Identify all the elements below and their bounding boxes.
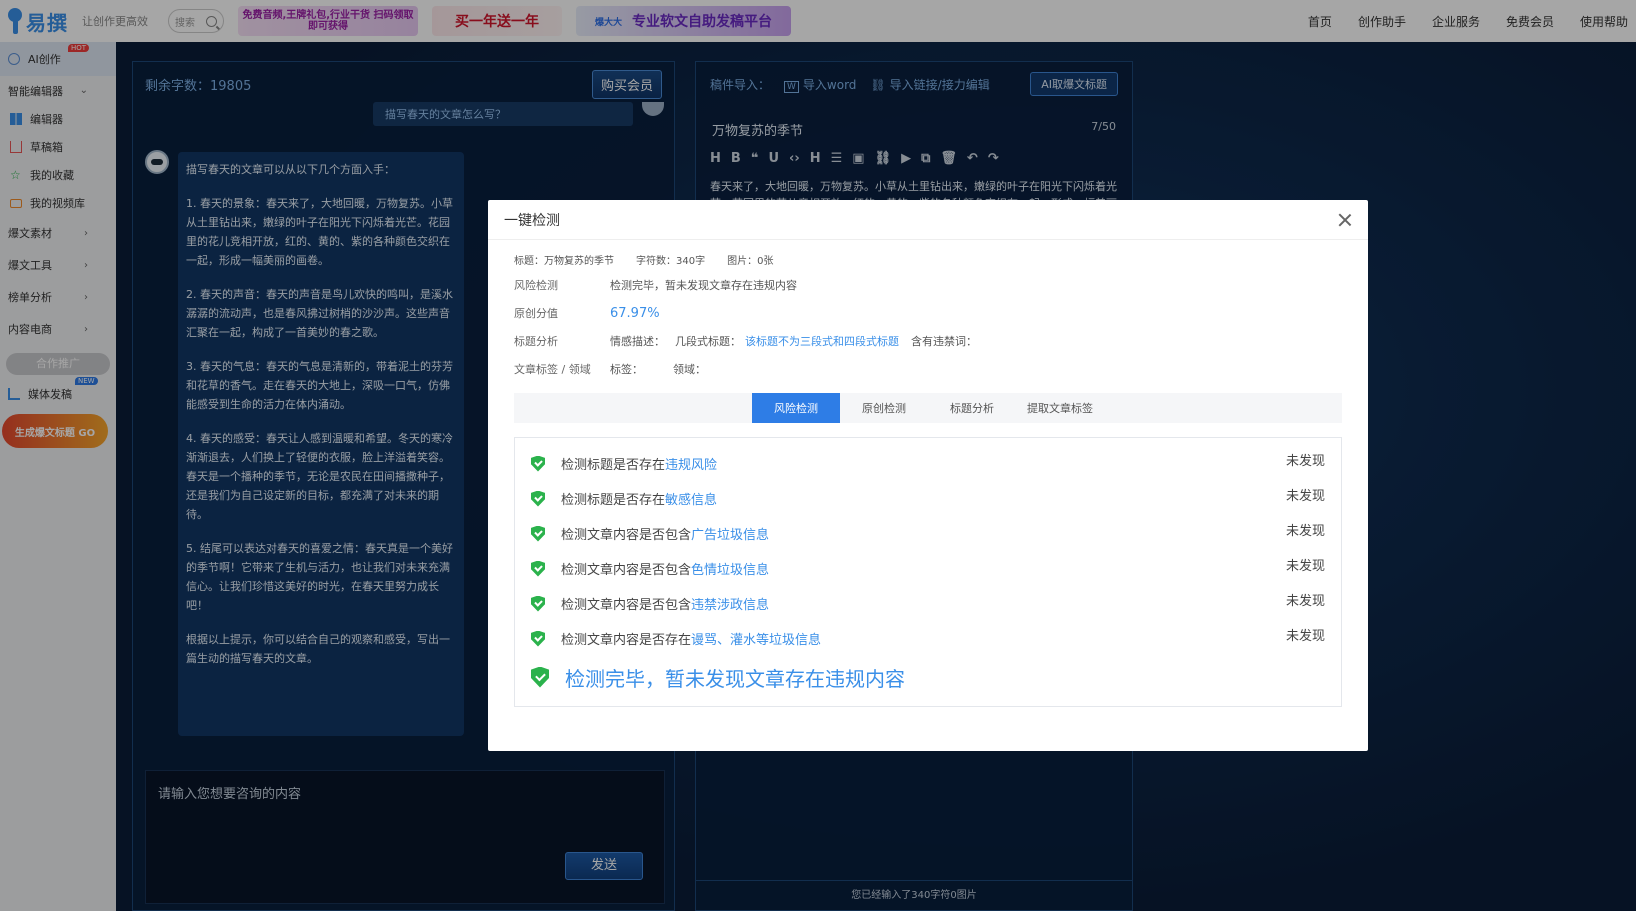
shield-check-icon	[531, 630, 545, 647]
check-result: 未发现	[1285, 559, 1325, 574]
forbidden-label: 含有违禁词：	[911, 335, 977, 348]
modal-title: 一键检测	[504, 212, 560, 229]
check-link[interactable]: 敏感信息	[665, 489, 717, 508]
tags-row: 文章标签 / 领域 标签： 领域：	[488, 355, 1368, 383]
check-list: 检测标题是否存在 违规风险 未发现 检测标题是否存在 敏感信息 未发现 检测文章内容…	[514, 437, 1342, 707]
check-result: 未发现	[1285, 524, 1325, 539]
modal-tabs: 风险检测 原创检测 标题分析 提取文章标签	[514, 393, 1342, 423]
final-result-text: 检测完毕，暂未发现文章存在违规内容	[565, 666, 905, 691]
final-result: 检测完毕，暂未发现文章存在违规内容	[531, 656, 1325, 698]
check-link[interactable]: 违规风险	[665, 454, 717, 473]
segment-label: 几段式标题：	[675, 335, 741, 348]
tags-label: 标签：	[610, 363, 643, 376]
check-item: 检测文章内容是否存在 谩骂、灌水等垃圾信息 未发现	[531, 621, 1325, 656]
tab-extract-tags[interactable]: 提取文章标签	[1016, 393, 1104, 423]
check-result: 未发现	[1285, 489, 1325, 504]
shield-check-icon	[531, 560, 545, 577]
originality-row: 原创分值 67.97%	[488, 299, 1368, 327]
close-icon[interactable]	[1338, 213, 1352, 227]
field-label: 领域：	[673, 363, 706, 376]
risk-value: 检测完毕，暂未发现文章存在违规内容	[610, 279, 797, 292]
check-result: 未发现	[1285, 594, 1325, 609]
check-item: 检测标题是否存在 敏感信息 未发现	[531, 481, 1325, 516]
shield-check-icon	[531, 595, 545, 612]
check-text: 检测文章内容是否包含	[561, 528, 692, 543]
article-meta: 标题：万物复苏的季节 字符数：340字 图片：0张	[488, 240, 1368, 267]
check-link[interactable]: 色情垃圾信息	[691, 559, 769, 578]
check-result: 未发现	[1285, 629, 1325, 644]
detect-modal: 一键检测 标题：万物复苏的季节 字符数：340字 图片：0张 风险检测 检测完毕…	[488, 200, 1368, 751]
meta-chars: 字符数：340字	[636, 256, 706, 267]
check-link[interactable]: 广告垃圾信息	[691, 524, 769, 543]
originality-score: 67.97%	[610, 305, 660, 321]
check-item: 检测文章内容是否包含 广告垃圾信息 未发现	[531, 516, 1325, 551]
meta-images: 图片：0张	[727, 256, 774, 267]
check-link[interactable]: 谩骂、灌水等垃圾信息	[691, 629, 821, 648]
originality-label: 原创分值	[514, 307, 558, 320]
check-text: 检测标题是否存在	[561, 493, 666, 508]
risk-label: 风险检测	[514, 279, 558, 292]
tab-title-analysis[interactable]: 标题分析	[928, 393, 1016, 423]
meta-title: 标题：万物复苏的季节	[514, 256, 614, 267]
risk-row: 风险检测 检测完毕，暂未发现文章存在违规内容	[488, 271, 1368, 299]
check-text: 检测文章内容是否包含	[561, 563, 692, 578]
check-item: 检测标题是否存在 违规风险 未发现	[531, 446, 1325, 481]
shield-check-icon	[531, 490, 545, 507]
check-text: 检测文章内容是否存在	[561, 633, 692, 648]
tab-risk[interactable]: 风险检测	[752, 393, 840, 423]
tags-field-label: 文章标签 / 领域	[514, 363, 591, 376]
check-text: 检测标题是否存在	[561, 458, 666, 473]
shield-check-icon	[531, 666, 549, 688]
check-item: 检测文章内容是否包含 违禁涉政信息 未发现	[531, 586, 1325, 621]
title-analysis-label: 标题分析	[514, 335, 558, 348]
check-text: 检测文章内容是否包含	[561, 598, 692, 613]
check-item: 检测文章内容是否包含 色情垃圾信息 未发现	[531, 551, 1325, 586]
tab-originality[interactable]: 原创检测	[840, 393, 928, 423]
check-result: 未发现	[1285, 454, 1325, 469]
modal-header: 一键检测	[488, 200, 1368, 240]
title-analysis-row: 标题分析 情感描述： 几段式标题： 该标题不为三段式和四段式标题 含有违禁词：	[488, 327, 1368, 355]
emotion-label: 情感描述：	[610, 335, 665, 348]
shield-check-icon	[531, 525, 545, 542]
check-link[interactable]: 违禁涉政信息	[691, 594, 769, 613]
segment-value: 该标题不为三段式和四段式标题	[745, 335, 899, 348]
shield-check-icon	[531, 455, 545, 472]
